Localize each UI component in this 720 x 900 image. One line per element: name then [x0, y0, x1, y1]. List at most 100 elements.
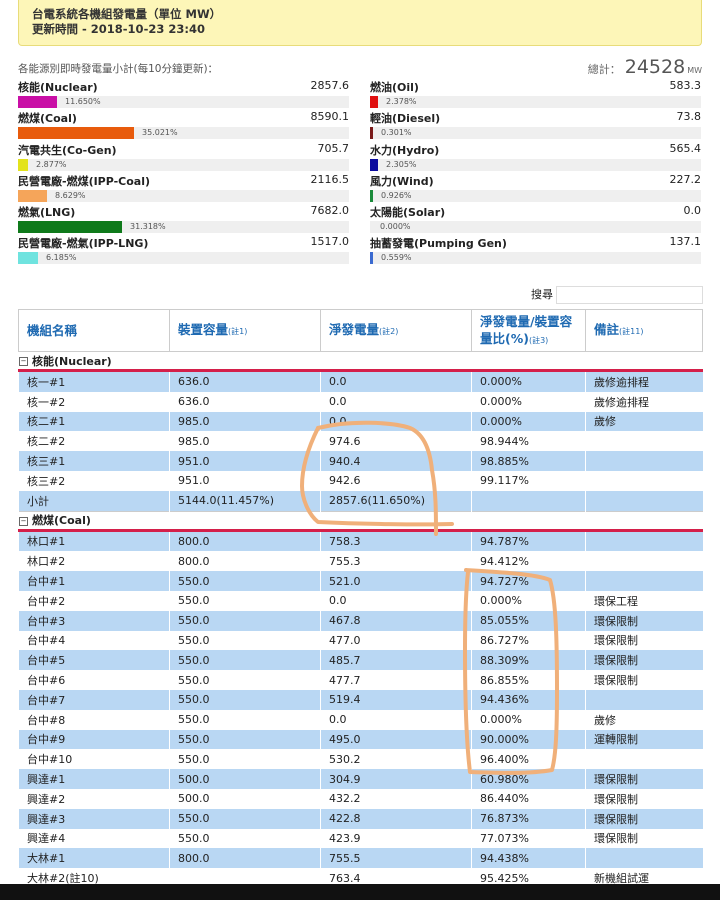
capacity-cell: 550.0	[169, 590, 321, 611]
search-label: 搜尋	[531, 288, 553, 301]
ratio-cell	[471, 490, 586, 512]
ratio-cell: 94.412%	[471, 551, 586, 572]
net-output-cell: 477.7	[320, 670, 472, 690]
energy-share-percent: 2.877%	[36, 159, 67, 169]
capacity-cell: 800.0	[169, 551, 321, 572]
remarks-cell: 環保限制	[585, 769, 703, 789]
search-input[interactable]	[556, 286, 703, 304]
energy-source-value: 705.7	[317, 141, 350, 155]
net-output-cell: 0.0	[320, 411, 472, 432]
ratio-cell: 86.440%	[471, 788, 586, 809]
capacity-cell: 550.0	[169, 571, 321, 591]
unit-name-cell: 興達#4	[18, 828, 170, 849]
energy-share-fill	[370, 189, 373, 202]
unit-name-cell: 大林#1	[18, 848, 170, 869]
net-output-cell: 942.6	[320, 470, 472, 491]
table-row: 台中#7 550.0 519.4 94.436%	[18, 689, 703, 710]
unit-name-cell: 興達#1	[18, 769, 170, 789]
energy-share-bar: 2.877%	[18, 158, 349, 171]
col-header-remarks[interactable]: 備註(註11)	[585, 309, 703, 352]
unit-name-cell: 台中#3	[18, 610, 170, 631]
capacity-cell: 951.0	[169, 470, 321, 491]
energy-share-fill	[370, 127, 373, 140]
unit-name-cell: 台中#4	[18, 630, 170, 651]
energy-share-bar: 6.185%	[18, 252, 349, 265]
energy-share-fill	[370, 96, 378, 108]
unit-name-cell: 核三#1	[18, 451, 170, 471]
header-note: (註2)	[379, 327, 399, 336]
group-header-cell: − 核能(Nuclear)	[18, 351, 703, 372]
energy-source-value: 2116.5	[310, 172, 350, 186]
energy-share-fill	[18, 127, 134, 140]
capacity-cell: 550.0	[169, 630, 321, 651]
energy-share-fill	[18, 252, 38, 265]
col-header-ratio[interactable]: 淨發電量/裝置容量比(%)(註3)	[471, 309, 586, 352]
group-header-row[interactable]: − 燃煤(Coal)	[18, 510, 703, 532]
unit-name-cell: 台中#1	[18, 571, 170, 591]
net-output-cell: 495.0	[320, 729, 472, 750]
energy-source-name: 太陽能(Solar)	[370, 206, 446, 220]
ratio-cell: 99.117%	[471, 470, 586, 491]
remarks-cell	[585, 431, 703, 452]
table-body: − 核能(Nuclear) 核一#1 636.0 0.0 0.000% 歲修逾排程 核一#2 6…	[18, 351, 703, 888]
remarks-cell: 歲修	[585, 709, 703, 730]
energy-source-item: 太陽能(Solar) 0.0 0.000%	[370, 204, 702, 235]
energy-share-bar: 2.305%	[370, 158, 701, 171]
remarks-cell: 運轉限制	[585, 729, 703, 750]
capacity-cell: 800.0	[169, 530, 321, 552]
capacity-cell: 550.0	[169, 670, 321, 690]
remarks-cell: 環保限制	[585, 630, 703, 651]
energy-share-percent: 35.021%	[142, 128, 178, 138]
energy-share-fill	[18, 158, 28, 171]
energy-source-name: 核能(Nuclear)	[18, 81, 98, 94]
capacity-cell: 550.0	[169, 729, 321, 750]
net-output-cell: 2857.6(11.650%)	[320, 490, 472, 512]
col-header-capacity[interactable]: 裝置容量(註1)	[169, 309, 321, 352]
energy-share-percent: 8.629%	[55, 190, 86, 200]
energy-share-percent: 0.301%	[381, 128, 412, 138]
group-header-cell: − 燃煤(Coal)	[18, 510, 703, 532]
group-name: 燃煤(Coal)	[32, 514, 91, 528]
net-output-cell: 0.0	[320, 391, 472, 412]
energy-source-name: 燃煤(Coal)	[18, 112, 77, 126]
energy-share-percent: 31.318%	[130, 222, 166, 232]
unit-name-cell: 核一#2	[18, 391, 170, 412]
table-row: 核三#1 951.0 940.4 98.885%	[18, 451, 703, 471]
update-time: 更新時間 - 2018-10-23 23:40	[32, 22, 205, 36]
header-note: (註11)	[619, 327, 644, 336]
collapse-toggle-icon[interactable]: −	[19, 516, 28, 526]
remarks-cell	[585, 749, 703, 770]
table-header-row: 機組名稱 裝置容量(註1) 淨發電量(註2) 淨發電量/裝置容量比(%)(註3) 備註(…	[18, 309, 703, 352]
group-header-row[interactable]: − 核能(Nuclear)	[18, 351, 703, 372]
net-output-cell: 940.4	[320, 451, 472, 471]
energy-share-bar: 31.318%	[18, 221, 349, 234]
unit-name-cell: 林口#1	[18, 530, 170, 552]
ratio-cell: 88.309%	[471, 650, 586, 671]
energy-source-name: 民營電廠-燃氣(IPP-LNG)	[18, 237, 149, 251]
net-output-cell: 422.8	[320, 808, 472, 829]
search-area: 搜尋	[531, 286, 703, 304]
ratio-cell: 90.000%	[471, 729, 586, 750]
collapse-toggle-icon[interactable]: −	[19, 357, 28, 366]
table-row: 核三#2 951.0 942.6 99.117%	[18, 470, 703, 491]
col-header-unit-name[interactable]: 機組名稱	[18, 309, 170, 352]
unit-name-cell: 台中#10	[18, 749, 170, 770]
remarks-cell	[585, 490, 703, 512]
energy-source-value: 565.4	[669, 141, 702, 155]
energy-share-bar: 11.650%	[18, 96, 349, 108]
ratio-cell: 94.438%	[471, 848, 586, 869]
ratio-cell: 77.073%	[471, 828, 586, 849]
energy-source-name: 燃氣(LNG)	[18, 206, 76, 220]
page-title: 台電系統各機組發電量（單位 MW）	[32, 7, 222, 21]
header-label: 淨發電量	[329, 322, 380, 337]
table-row: 興達#2 500.0 432.2 86.440% 環保限制	[18, 788, 703, 809]
remarks-cell	[585, 530, 703, 552]
capacity-cell: 951.0	[169, 451, 321, 471]
net-output-cell: 432.2	[320, 788, 472, 809]
col-header-net-output[interactable]: 淨發電量(註2)	[320, 309, 472, 352]
bottom-navigation-bar	[0, 884, 720, 900]
energy-share-bar: 0.926%	[370, 189, 701, 202]
energy-source-item: 燃煤(Coal) 8590.1 35.021%	[18, 110, 350, 141]
capacity-cell: 500.0	[169, 769, 321, 789]
capacity-cell: 985.0	[169, 431, 321, 452]
